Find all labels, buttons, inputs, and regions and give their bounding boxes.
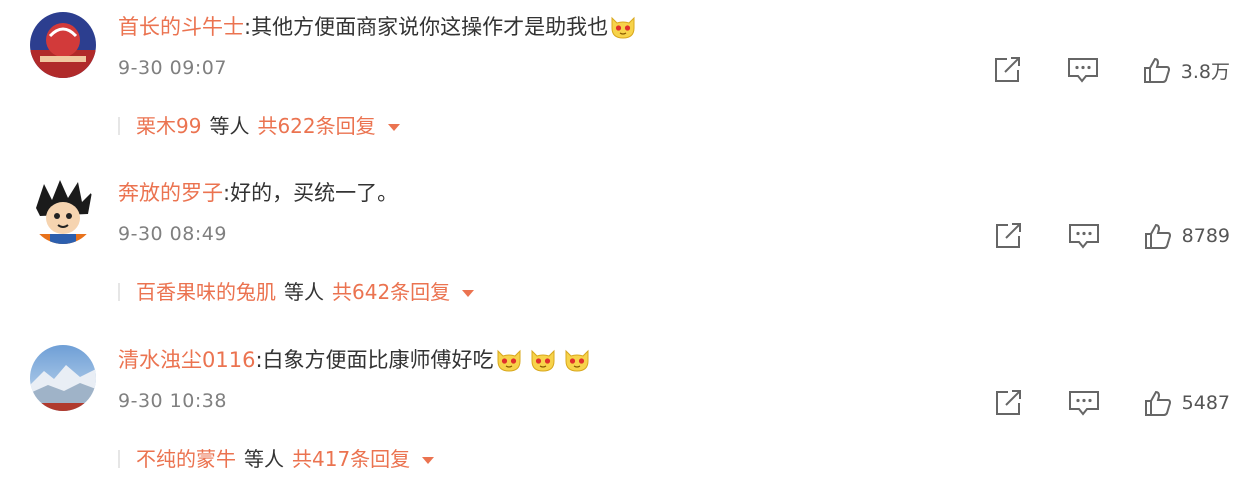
- reply-total-link[interactable]: 共642条回复: [332, 278, 450, 306]
- username-link[interactable]: 奔放的罗子: [118, 181, 223, 205]
- colon-separator: :: [255, 348, 263, 372]
- comment-line: 清水浊尘0116:白象方便面比康师傅好吃: [118, 345, 591, 381]
- comment-item: 首长的斗牛士:其他方便面商家说你这操作才是助我也 9-30 09:07 3.8万…: [0, 0, 1252, 160]
- reply-total-link[interactable]: 共417条回复: [292, 445, 410, 473]
- reply-total-link[interactable]: 共622条回复: [257, 112, 375, 140]
- caret-down-icon[interactable]: [422, 456, 435, 464]
- caret-down-icon[interactable]: [387, 123, 400, 131]
- avatar[interactable]: [30, 12, 96, 78]
- comment-text: 好的，买统一了。: [230, 181, 399, 205]
- like-count: 8789: [1181, 225, 1230, 247]
- reply-summary[interactable]: 百香果味的兔肌 等人 共642条回复: [118, 278, 475, 306]
- cat-face-emoji-icon: [529, 347, 557, 381]
- reply-divider: [118, 283, 120, 301]
- thumbs-up-icon[interactable]: [1144, 389, 1172, 417]
- username-link[interactable]: 首长的斗牛士: [118, 15, 244, 39]
- reply-user-link[interactable]: 不纯的蒙牛: [136, 445, 236, 473]
- comment-text: 其他方便面商家说你这操作才是助我也: [251, 15, 609, 39]
- reply-etc-label: 等人: [284, 280, 324, 304]
- timestamp: 9-30 09:07: [118, 57, 227, 79]
- comment-item: 清水浊尘0116:白象方便面比康师傅好吃 9-30 10:38 5487 不纯的…: [0, 333, 1252, 493]
- cat-face-emoji-icon: [563, 347, 591, 381]
- reply-summary[interactable]: 不纯的蒙牛 等人 共417条回复: [118, 445, 435, 473]
- reply-summary[interactable]: 栗木99 等人 共622条回复: [118, 112, 400, 140]
- timestamp: 9-30 10:38: [118, 390, 227, 412]
- comment-icon[interactable]: [1067, 56, 1099, 84]
- thumbs-up-icon[interactable]: [1143, 56, 1171, 84]
- reply-user-link[interactable]: 百香果味的兔肌: [136, 278, 276, 306]
- comment-icon[interactable]: [1068, 389, 1100, 417]
- comment-line: 首长的斗牛士:其他方便面商家说你这操作才是助我也: [118, 12, 637, 48]
- reply-etc-label: 等人: [244, 447, 284, 471]
- caret-down-icon[interactable]: [462, 289, 475, 297]
- share-icon[interactable]: [994, 222, 1024, 250]
- share-icon[interactable]: [994, 389, 1024, 417]
- action-bar: 5487: [994, 389, 1230, 417]
- cat-face-emoji-icon: [495, 347, 523, 381]
- reply-etc-label: 等人: [209, 114, 250, 138]
- share-icon[interactable]: [993, 56, 1023, 84]
- username-link[interactable]: 清水浊尘0116: [118, 348, 255, 372]
- like-count: 5487: [1181, 392, 1230, 414]
- comment-text: 白象方便面比康师傅好吃: [262, 348, 494, 372]
- reply-divider: [118, 117, 120, 135]
- action-bar: 8789: [994, 222, 1230, 250]
- timestamp: 9-30 08:49: [118, 223, 227, 245]
- avatar[interactable]: [30, 178, 96, 244]
- thumbs-up-icon[interactable]: [1144, 222, 1172, 250]
- cat-face-emoji-icon: [609, 14, 637, 48]
- comment-line: 奔放的罗子:好的，买统一了。: [118, 178, 398, 208]
- avatar[interactable]: [30, 345, 96, 411]
- reply-divider: [118, 450, 120, 468]
- comment-item: 奔放的罗子:好的，买统一了。 9-30 08:49 8789 百香果味的兔肌 等…: [0, 166, 1252, 326]
- reply-user-link[interactable]: 栗木99: [136, 112, 201, 140]
- like-count: 3.8万: [1180, 60, 1230, 83]
- comment-icon[interactable]: [1068, 222, 1100, 250]
- action-bar: 3.8万: [993, 56, 1230, 84]
